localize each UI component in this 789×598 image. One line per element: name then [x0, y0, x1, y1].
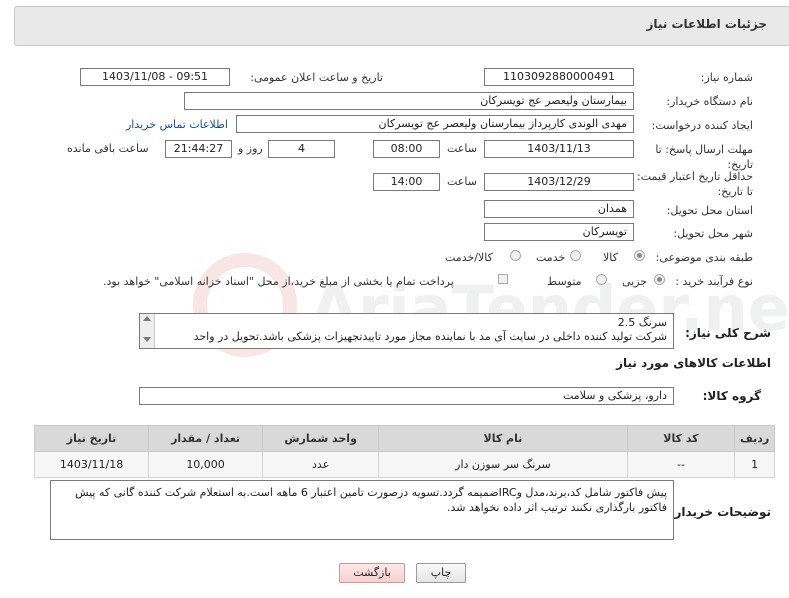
deadline-time-label: ساعت	[447, 142, 477, 155]
purchase-minor-label: جزیی	[622, 275, 648, 288]
col-code-header: کد کالا	[626, 425, 736, 452]
deadline-date-field: 1403/11/13	[484, 140, 634, 158]
announce-field: 1403/11/08 - 09:51	[80, 68, 230, 86]
category-label: طبقه بندی موضوعی:	[655, 251, 753, 264]
province-field: همدان	[484, 200, 634, 218]
cell-name: سرنگ سر سوزن دار	[378, 451, 628, 478]
creator-field: مهدی الوندی کارپرداز بیمارستان ولیعصر عج…	[236, 115, 634, 133]
description-label: شرح کلی نیاز:	[685, 326, 771, 340]
buyer-field: بیمارستان ولیعصر عج تویسرکان	[184, 92, 634, 110]
cell-qty: 10,000	[148, 451, 264, 478]
validity-date-field: 1403/12/29	[484, 173, 634, 191]
days-label: روز و	[238, 142, 263, 155]
deadline-label: مهلت ارسال پاسخ: تا تاریخ:	[655, 143, 753, 171]
cell-date: 1403/11/18	[33, 451, 150, 478]
cell-unit: عدد	[262, 451, 380, 478]
cell-code: --	[626, 451, 736, 478]
purchase-medium-radio[interactable]	[596, 274, 607, 285]
table-header-row: ردیف کد کالا نام کالا واحد شمارش تعداد /…	[33, 425, 775, 452]
purchase-label: نوع فرآیند خرید :	[675, 275, 753, 288]
cell-row: 1	[734, 451, 775, 478]
scroll-up-icon[interactable]	[143, 316, 151, 321]
buyer-notes-textarea[interactable]: پیش فاکتور شامل کد،برند،مدل وIRCضمیمه گر…	[50, 480, 674, 540]
goods-group-field: دارو، پزشکی و سلامت	[139, 387, 674, 405]
deadline-time-field: 08:00	[373, 140, 440, 158]
category-goods-service-label: کالا/خدمت	[445, 251, 493, 264]
col-qty-header: تعداد / مقدار	[148, 425, 264, 452]
creator-label: ایجاد کننده درخواست:	[651, 119, 753, 132]
description-line-2: شرکت تولید کننده داخلی در سایت آی مد با …	[193, 330, 667, 343]
page-title: جزئیات اطلاعات نیاز	[646, 17, 767, 31]
payment-text: پرداخت تمام یا بخشی از مبلغ خرید،از محل …	[103, 275, 454, 288]
need-number-label: شماره نیاز:	[700, 71, 753, 84]
category-service-label: خدمت	[536, 251, 566, 264]
table-row[interactable]: 1 -- سرنگ سر سوزن دار عدد 10,000 1403/11…	[33, 451, 775, 478]
col-date-header: تاریخ نیاز	[33, 425, 150, 452]
remaining-label: ساعت باقی مانده	[67, 142, 149, 155]
payment-checkbox[interactable]	[498, 274, 508, 284]
purchase-minor-radio[interactable]	[654, 274, 665, 285]
goods-group-label: گروه کالا:	[702, 389, 761, 403]
buyer-label: نام دستگاه خریدار:	[666, 95, 753, 108]
buyer-notes-label: توضیحات خریدار:	[669, 505, 771, 519]
goods-section-title: اطلاعات کالاهای مورد نیاز	[616, 356, 771, 370]
category-goods-label: کالا	[603, 251, 618, 264]
description-textarea[interactable]: سرنگ 2.5 شرکت تولید کننده داخلی در سایت …	[139, 313, 674, 349]
province-label: استان محل تحویل:	[666, 204, 753, 217]
validity-time-label: ساعت	[447, 175, 477, 188]
col-name-header: نام کالا	[378, 425, 628, 452]
description-scrollbar[interactable]	[140, 314, 155, 348]
validity-time-field: 14:00	[373, 173, 440, 191]
category-goods-service-radio[interactable]	[510, 250, 521, 261]
scroll-down-icon[interactable]	[143, 337, 151, 342]
city-label: شهر محل تحویل:	[673, 227, 753, 240]
remaining-time-field: 21:44:27	[165, 140, 232, 158]
col-row-header: ردیف	[734, 425, 775, 452]
days-field: 4	[268, 140, 335, 158]
category-goods-radio[interactable]	[634, 250, 645, 261]
city-field: تویسرکان	[484, 223, 634, 241]
description-line-1: سرنگ 2.5	[617, 316, 667, 329]
buyer-contact-link[interactable]: اطلاعات تماس خریدار	[126, 118, 228, 131]
purchase-medium-label: متوسط	[547, 275, 582, 288]
announce-label: تاریخ و ساعت اعلان عمومی:	[250, 71, 383, 84]
items-table: ردیف کد کالا نام کالا واحد شمارش تعداد /…	[33, 425, 775, 478]
col-unit-header: واحد شمارش	[262, 425, 380, 452]
print-button[interactable]: چاپ	[416, 563, 466, 583]
validity-label: حداقل تاریخ اعتبار قیمت: تا تاریخ:	[637, 170, 753, 198]
category-service-radio[interactable]	[570, 250, 581, 261]
need-number-field: 1103092880000491	[484, 68, 634, 86]
back-button[interactable]: بازگشت	[339, 563, 405, 583]
